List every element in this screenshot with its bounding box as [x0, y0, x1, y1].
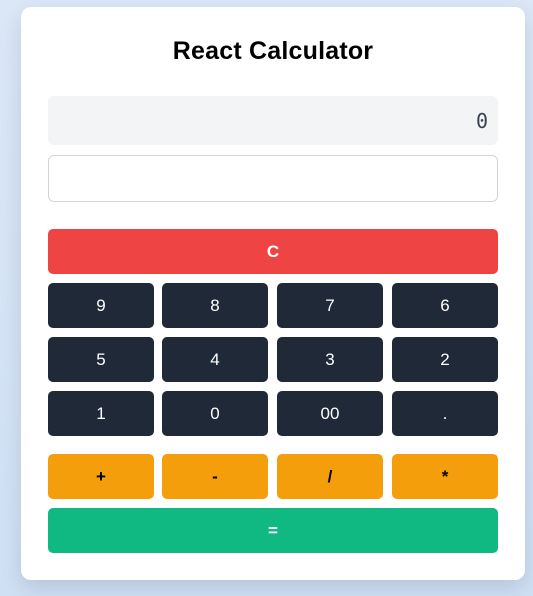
add-button[interactable]: +: [48, 454, 154, 499]
digit-0-button[interactable]: 0: [162, 391, 268, 436]
decimal-point-button[interactable]: .: [392, 391, 498, 436]
double-zero-button[interactable]: 00: [277, 391, 383, 436]
digit-7-button[interactable]: 7: [277, 283, 383, 328]
result-display: 0: [48, 96, 498, 145]
digit-6-button[interactable]: 6: [392, 283, 498, 328]
subtract-button[interactable]: -: [162, 454, 268, 499]
digit-4-button[interactable]: 4: [162, 337, 268, 382]
digit-1-button[interactable]: 1: [48, 391, 154, 436]
multiply-button[interactable]: *: [392, 454, 498, 499]
page-title: React Calculator: [172, 37, 374, 65]
digit-8-button[interactable]: 8: [162, 283, 268, 328]
display-value: 0: [475, 108, 488, 133]
divide-button[interactable]: /: [277, 454, 383, 499]
digit-9-button[interactable]: 9: [48, 283, 154, 328]
digit-2-button[interactable]: 2: [392, 337, 498, 382]
calculator-card: React Calculator 0 C 9 8 7 6 5 4 3 2 1 0…: [21, 7, 525, 580]
digit-3-button[interactable]: 3: [277, 337, 383, 382]
expression-input[interactable]: [48, 155, 498, 202]
digit-5-button[interactable]: 5: [48, 337, 154, 382]
equals-button[interactable]: =: [48, 508, 498, 553]
clear-button[interactable]: C: [48, 229, 498, 274]
